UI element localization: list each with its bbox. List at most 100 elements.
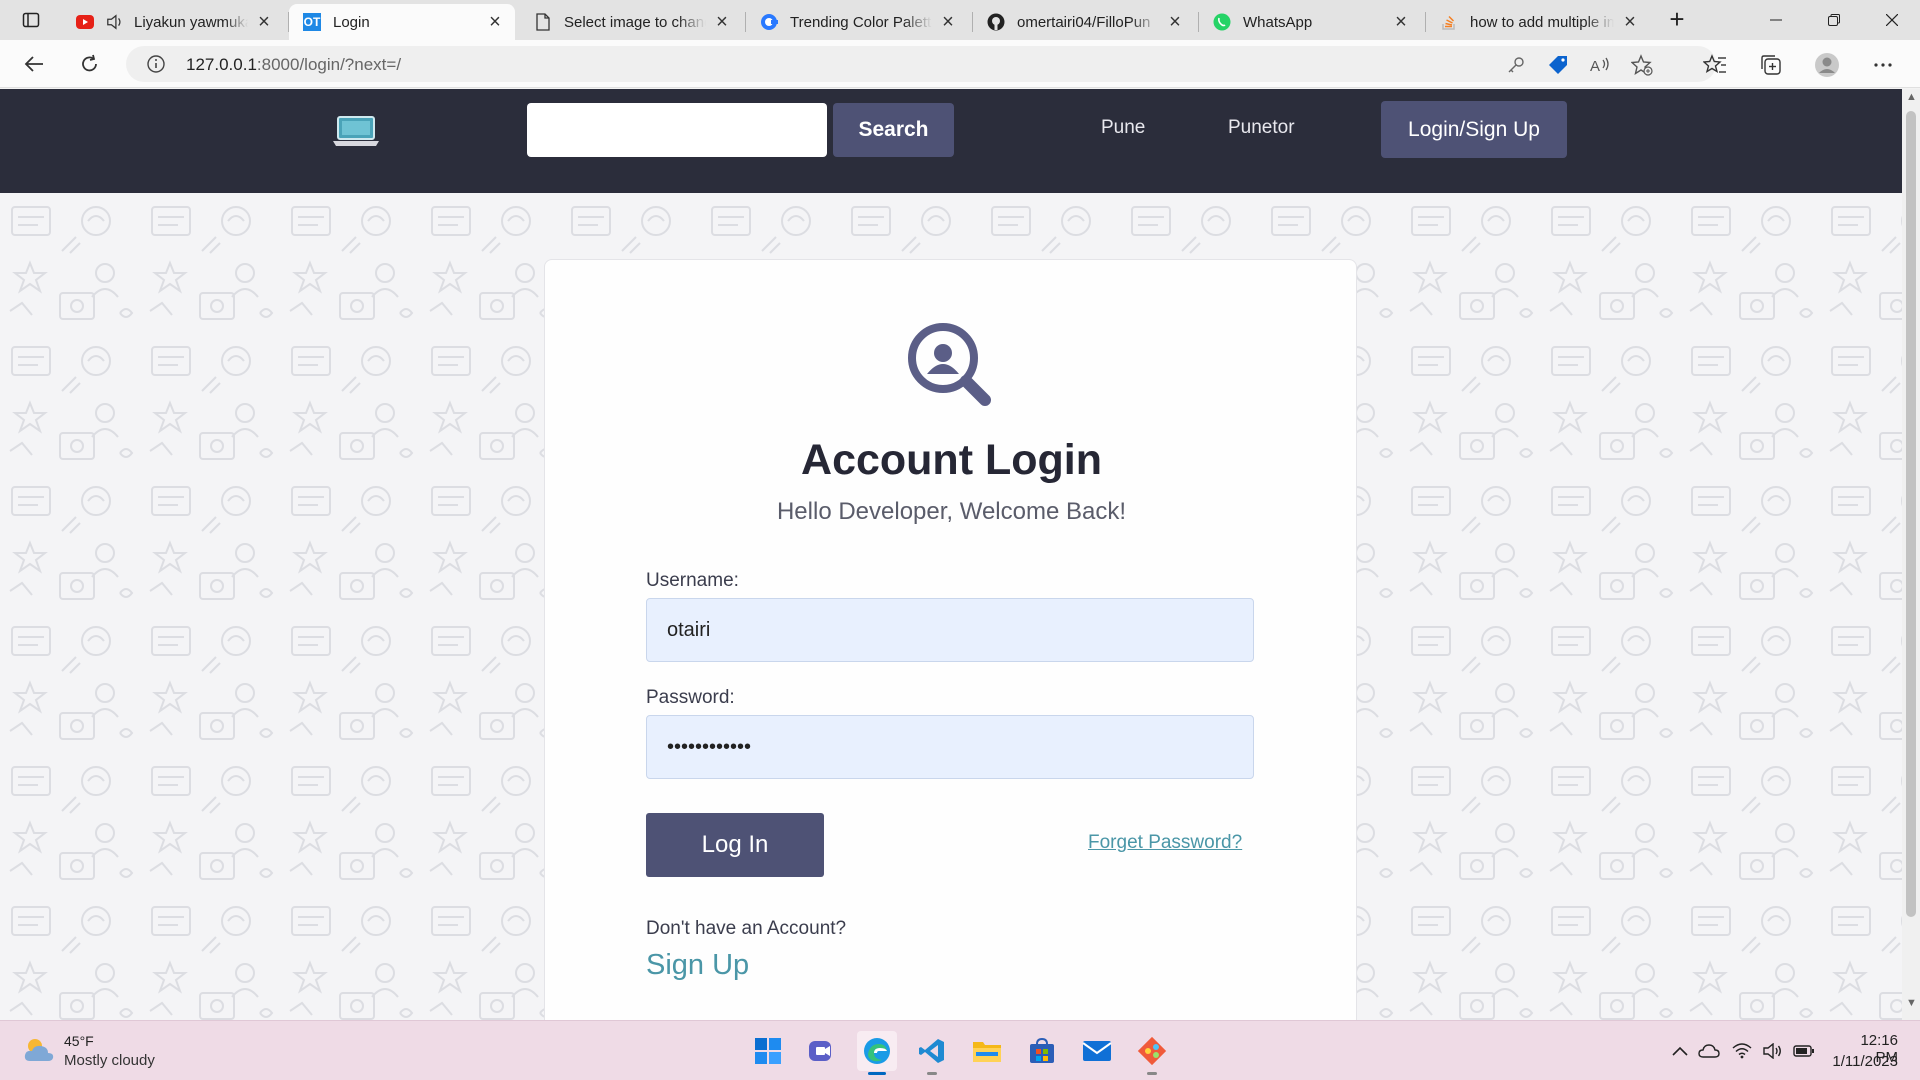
tab-title: WhatsApp — [1243, 13, 1313, 31]
browser-toolbar: 127.0.0.1:8000/login/?next=/ A — [0, 40, 1920, 88]
close-tab-icon[interactable]: × — [485, 12, 505, 32]
tab-title: how to add multiple images — [1470, 13, 1614, 31]
tab-actions-button[interactable] — [14, 6, 48, 34]
git-icon[interactable] — [1132, 1031, 1172, 1075]
speaker-icon[interactable] — [106, 13, 124, 31]
restore-button[interactable] — [1806, 0, 1862, 40]
refresh-button[interactable] — [72, 48, 108, 80]
chevron-up-icon[interactable] — [1669, 1041, 1691, 1061]
web-page: Search Pune Punetor Login/Sign Up Accoun… — [0, 89, 1902, 1020]
password-field[interactable] — [646, 715, 1254, 779]
close-tab-icon[interactable]: × — [938, 12, 958, 32]
github-icon — [987, 13, 1005, 31]
clock-date[interactable]: 1/11/2023 — [1826, 1053, 1898, 1070]
username-label: Username: — [646, 570, 739, 591]
browser-tab[interactable]: WhatsApp × — [1199, 4, 1421, 40]
browser-tab[interactable]: omertairi04/FilloPun × — [973, 4, 1195, 40]
minimize-button[interactable] — [1748, 0, 1804, 40]
scroll-up-arrow-icon[interactable]: ▲ — [1906, 91, 1917, 103]
tab-title: Trending Color Palettes — [790, 13, 932, 31]
teams-icon[interactable] — [802, 1031, 842, 1071]
login-button[interactable]: Log In — [646, 813, 824, 877]
refresh-icon — [82, 54, 97, 72]
site-search-button[interactable]: Search — [833, 103, 954, 157]
signup-link[interactable]: Sign Up — [646, 949, 749, 982]
add-favorite-icon[interactable] — [1630, 53, 1654, 77]
nav-link-punetor[interactable]: Punetor — [1228, 117, 1295, 139]
page-title: Account Login — [801, 436, 1102, 484]
running-indicator — [1147, 1072, 1157, 1075]
forgot-password-link[interactable]: Forget Password? — [1088, 832, 1242, 854]
vscode-icon[interactable] — [912, 1031, 952, 1075]
favorites-icon[interactable] — [1702, 52, 1728, 78]
browser-tab[interactable]: how to add multiple images × — [1426, 4, 1650, 40]
close-tab-icon[interactable]: × — [1391, 12, 1411, 32]
close-window-button[interactable] — [1864, 0, 1920, 40]
onedrive-icon[interactable] — [1698, 1041, 1720, 1061]
url-host: 127.0.0.1 — [186, 55, 257, 74]
address-bar[interactable]: 127.0.0.1:8000/login/?next=/ A — [126, 46, 1716, 82]
profile-avatar-icon[interactable] — [1814, 52, 1840, 78]
weather-description[interactable]: Mostly cloudy — [64, 1052, 155, 1069]
read-aloud-icon[interactable]: A — [1588, 53, 1612, 77]
no-account-text: Don't have an Account? — [646, 918, 847, 939]
password-label: Password: — [646, 687, 735, 708]
nav-link-pune[interactable]: Pune — [1101, 117, 1145, 139]
ot-site-icon: OT — [303, 13, 321, 31]
browser-tab[interactable]: Trending Color Palettes × — [746, 4, 968, 40]
site-navbar: Search Pune Punetor Login/Sign Up — [0, 89, 1902, 193]
close-tab-icon[interactable]: × — [1620, 12, 1640, 32]
laptop-icon[interactable] — [332, 111, 380, 151]
back-arrow-icon — [24, 56, 43, 72]
running-indicator — [868, 1072, 886, 1075]
stackoverflow-icon — [1440, 13, 1458, 31]
shopping-tag-icon[interactable] — [1546, 53, 1570, 77]
windows-taskbar: 45°F Mostly cloudy 12:16 PM 1/11/2023 — [0, 1020, 1920, 1080]
url-path: :8000/login/?next=/ — [256, 55, 402, 74]
youtube-icon — [76, 13, 94, 31]
mail-icon[interactable] — [1077, 1031, 1117, 1071]
tab-title: Login — [333, 13, 370, 31]
site-search-input[interactable] — [527, 103, 827, 157]
browser-tab[interactable]: Liyakun yawmukam × — [62, 4, 284, 40]
close-icon — [1886, 14, 1898, 26]
back-button[interactable] — [16, 48, 52, 80]
tab-title: Select image to change — [564, 13, 706, 31]
store-icon[interactable] — [1022, 1031, 1062, 1071]
tab-actions-icon — [22, 12, 40, 28]
file-explorer-icon[interactable] — [967, 1031, 1007, 1071]
coolors-icon — [760, 13, 778, 31]
key-icon[interactable] — [1504, 53, 1528, 77]
browser-tab-active[interactable]: OT Login × — [289, 4, 515, 40]
more-menu-icon[interactable] — [1870, 52, 1896, 78]
edge-icon[interactable] — [857, 1031, 897, 1075]
cloudy-weather-icon[interactable] — [22, 1035, 56, 1065]
tab-strip: Liyakun yawmukam × OT Login × Select ima… — [0, 0, 1920, 40]
volume-icon[interactable] — [1762, 1041, 1784, 1061]
login-signup-button[interactable]: Login/Sign Up — [1381, 101, 1567, 158]
browser-tab[interactable]: Select image to change × — [520, 4, 742, 40]
info-icon[interactable] — [146, 54, 166, 74]
tab-title: omertairi04/FilloPun — [1017, 13, 1151, 31]
username-field[interactable] — [646, 598, 1254, 662]
whatsapp-icon — [1213, 13, 1231, 31]
url-text[interactable]: 127.0.0.1:8000/login/?next=/ — [186, 55, 401, 75]
new-tab-button[interactable]: + — [1660, 6, 1694, 34]
close-tab-icon[interactable]: × — [254, 12, 274, 32]
close-tab-icon[interactable]: × — [712, 12, 732, 32]
scroll-thumb[interactable] — [1906, 111, 1916, 917]
user-search-icon — [908, 323, 991, 406]
page-scrollbar[interactable]: ▲ ▼ — [1902, 89, 1920, 1020]
document-icon — [534, 13, 552, 31]
start-icon[interactable] — [748, 1031, 788, 1071]
scroll-down-arrow-icon[interactable]: ▼ — [1906, 997, 1917, 1009]
restore-icon — [1828, 14, 1840, 26]
collections-icon[interactable] — [1758, 52, 1784, 78]
tab-title: Liyakun yawmukam — [134, 13, 248, 31]
ot-favicon-text: OT — [303, 13, 321, 31]
battery-icon[interactable] — [1793, 1041, 1815, 1061]
page-subtitle: Hello Developer, Welcome Back! — [776, 498, 1127, 525]
wifi-icon[interactable] — [1731, 1041, 1753, 1061]
close-tab-icon[interactable]: × — [1165, 12, 1185, 32]
weather-temperature[interactable]: 45°F — [64, 1033, 94, 1049]
